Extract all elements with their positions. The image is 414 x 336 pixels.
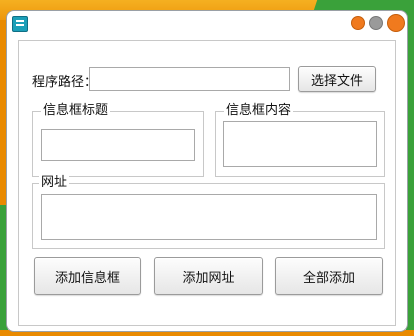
add-url-button[interactable]: 添加网址 bbox=[154, 257, 263, 295]
info-title-group-label: 信息框标题 bbox=[41, 103, 111, 119]
info-content-group: 信息框内容 bbox=[215, 103, 385, 177]
info-title-input[interactable] bbox=[41, 129, 195, 161]
info-content-input[interactable] bbox=[223, 121, 377, 167]
close-button[interactable] bbox=[387, 14, 405, 32]
program-path-input[interactable] bbox=[89, 67, 290, 91]
add-info-button[interactable]: 添加信息框 bbox=[34, 257, 141, 295]
add-all-button[interactable]: 全部添加 bbox=[275, 257, 383, 295]
select-file-button[interactable]: 选择文件 bbox=[298, 66, 376, 92]
info-content-group-label: 信息框内容 bbox=[224, 103, 294, 119]
app-icon bbox=[12, 16, 28, 32]
add-all-label: 全部添加 bbox=[302, 270, 355, 286]
add-info-label: 添加信息框 bbox=[54, 270, 120, 286]
program-path-label: 程序路径： bbox=[32, 75, 98, 90]
maximize-button[interactable] bbox=[369, 16, 383, 30]
url-group-label: 网址 bbox=[39, 175, 70, 191]
select-file-label: 选择文件 bbox=[310, 73, 363, 89]
add-url-label: 添加网址 bbox=[182, 270, 235, 286]
info-title-group: 信息框标题 bbox=[32, 103, 204, 177]
content-panel: 程序路径： 选择文件 信息框标题 信息框内容 网址 添加信息框 添加网址 全部添… bbox=[18, 40, 396, 326]
url-group: 网址 bbox=[32, 175, 385, 249]
window-frame: 程序路径： 选择文件 信息框标题 信息框内容 网址 添加信息框 添加网址 全部添… bbox=[0, 0, 414, 336]
url-input[interactable] bbox=[41, 194, 377, 240]
minimize-button[interactable] bbox=[351, 16, 365, 30]
